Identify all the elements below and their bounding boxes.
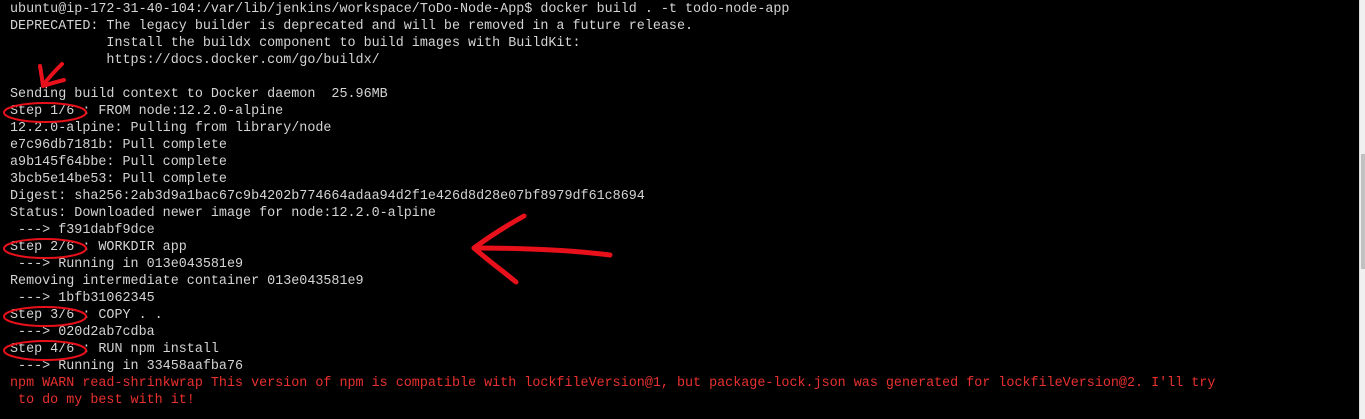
- terminal-warning-line: npm WARN read-shrinkwrap This version of…: [10, 376, 1216, 391]
- terminal-line: Removing intermediate container 013e0435…: [10, 274, 364, 289]
- terminal-line: Digest: sha256:2ab3d9a1bac67c9b4202b7746…: [10, 189, 645, 204]
- terminal-line: ---> 1bfb31062345: [10, 291, 155, 306]
- terminal-warning-line: to do my best with it!: [10, 393, 195, 408]
- terminal-line: 12.2.0-alpine: Pulling from library/node: [10, 121, 332, 136]
- terminal-line: ---> Running in 013e043581e9: [10, 257, 244, 272]
- terminal-line: Install the buildx component to build im…: [10, 36, 581, 51]
- terminal-line: https://docs.docker.com/go/buildx/: [10, 53, 380, 68]
- terminal-line: e7c96db7181b: Pull complete: [10, 138, 227, 153]
- terminal-line: ---> 020d2ab7cdba: [10, 325, 155, 340]
- terminal-line: DEPRECATED: The legacy builder is deprec…: [10, 19, 694, 34]
- terminal-line: Step 2/6 : WORKDIR app: [10, 240, 187, 255]
- terminal-line: a9b145f64bbe: Pull complete: [10, 155, 227, 170]
- vertical-scrollbar[interactable]: [1359, 0, 1365, 419]
- terminal-line: Status: Downloaded newer image for node:…: [10, 206, 436, 221]
- terminal-line: Step 4/6 : RUN npm install: [10, 342, 219, 357]
- terminal-line: ---> Running in 33458aafba76: [10, 359, 244, 374]
- terminal-line: Sending build context to Docker daemon 2…: [10, 87, 388, 102]
- terminal-line: Step 3/6 : COPY . .: [10, 308, 163, 323]
- terminal-line: ubuntu@ip-172-31-40-104:/var/lib/jenkins…: [10, 2, 790, 17]
- scrollbar-thumb[interactable]: [1361, 154, 1365, 269]
- terminal-output: ubuntu@ip-172-31-40-104:/var/lib/jenkins…: [10, 1, 1215, 409]
- terminal-line: ---> f391dabf9dce: [10, 223, 155, 238]
- terminal-line: 3bcb5e14be53: Pull complete: [10, 172, 227, 187]
- terminal-window[interactable]: ubuntu@ip-172-31-40-104:/var/lib/jenkins…: [0, 0, 1359, 419]
- terminal-line: Step 1/6 : FROM node:12.2.0-alpine: [10, 104, 284, 119]
